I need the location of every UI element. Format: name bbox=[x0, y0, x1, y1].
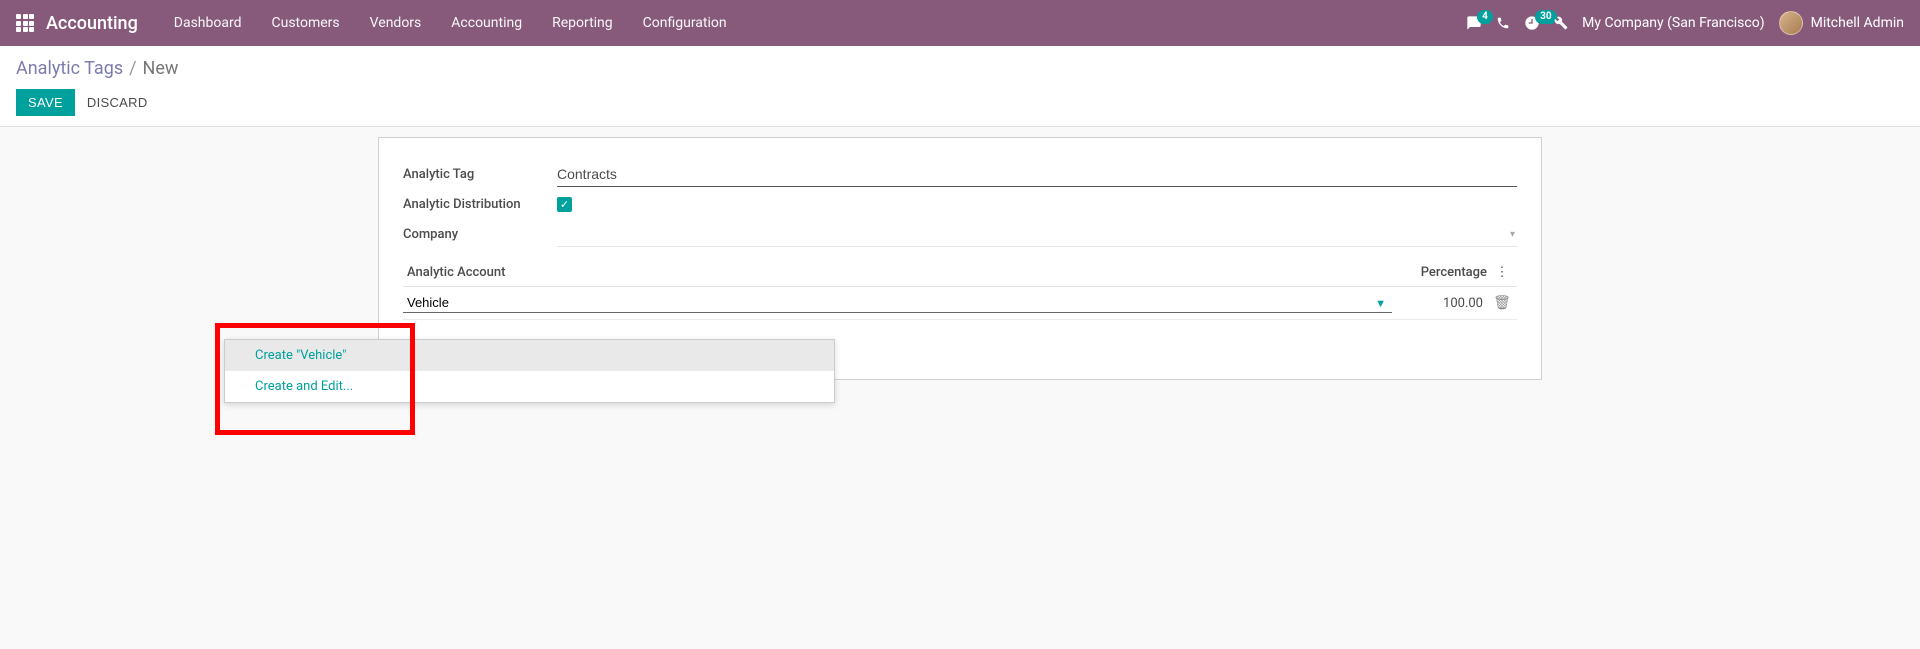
debug-icon[interactable] bbox=[1554, 16, 1568, 30]
main-navbar: Accounting Dashboard Customers Vendors A… bbox=[0, 0, 1920, 46]
user-menu[interactable]: Mitchell Admin bbox=[1779, 11, 1904, 35]
analytic-account-cell: ▼ bbox=[403, 293, 1392, 313]
breadcrumb-parent[interactable]: Analytic Tags bbox=[16, 58, 123, 79]
save-button[interactable]: SAVE bbox=[16, 89, 75, 116]
phone-icon[interactable] bbox=[1496, 16, 1510, 30]
apps-icon[interactable] bbox=[16, 14, 34, 32]
chevron-down-icon: ▾ bbox=[1510, 229, 1515, 240]
autocomplete-dropdown: Create "Vehicle" Create and Edit... bbox=[224, 339, 835, 403]
distribution-checkbox[interactable]: ✓ bbox=[557, 197, 572, 212]
company-switcher[interactable]: My Company (San Francisco) bbox=[1582, 15, 1764, 31]
breadcrumb-sep: / bbox=[129, 58, 136, 79]
wrench-icon bbox=[1554, 16, 1568, 30]
nav-accounting[interactable]: Accounting bbox=[439, 7, 534, 39]
nav-vendors[interactable]: Vendors bbox=[358, 7, 434, 39]
row-distribution: Analytic Distribution ✓ bbox=[403, 197, 1517, 212]
label-company: Company bbox=[403, 227, 557, 242]
table-row: ▼ 100.00 🗑 bbox=[403, 287, 1517, 320]
messages-badge: 4 bbox=[1477, 10, 1493, 24]
discard-button[interactable]: DISCARD bbox=[87, 95, 148, 110]
analytic-account-input[interactable] bbox=[403, 293, 1392, 313]
app-brand[interactable]: Accounting bbox=[46, 13, 138, 34]
label-analytic-tag: Analytic Tag bbox=[403, 167, 557, 182]
row-company: Company ▾ bbox=[403, 222, 1517, 247]
analytic-tag-input[interactable] bbox=[557, 162, 1517, 187]
breadcrumb-current: New bbox=[143, 58, 179, 79]
nav-reporting[interactable]: Reporting bbox=[540, 7, 625, 39]
table-header: Analytic Account Percentage ⋮ bbox=[403, 265, 1517, 287]
telephone-icon bbox=[1496, 16, 1510, 30]
nav-customers[interactable]: Customers bbox=[260, 7, 352, 39]
col-header-options[interactable]: ⋮ bbox=[1487, 265, 1517, 280]
autocomplete-create[interactable]: Create "Vehicle" bbox=[225, 340, 834, 371]
breadcrumb: Analytic Tags / New bbox=[16, 58, 1904, 79]
autocomplete-create-edit[interactable]: Create and Edit... bbox=[225, 371, 834, 402]
percentage-value[interactable]: 100.00 bbox=[1392, 296, 1487, 311]
control-buttons: SAVE DISCARD bbox=[16, 89, 1904, 116]
systray: 4 30 My Company (San Francisco) Mitchell… bbox=[1466, 11, 1904, 35]
company-input[interactable]: ▾ bbox=[557, 222, 1517, 247]
delete-row-icon[interactable]: 🗑 bbox=[1487, 295, 1517, 311]
activities-icon[interactable]: 30 bbox=[1524, 15, 1540, 31]
nav-menu: Dashboard Customers Vendors Accounting R… bbox=[162, 7, 739, 39]
dropdown-caret-icon[interactable]: ▼ bbox=[1375, 297, 1386, 310]
user-avatar bbox=[1779, 11, 1803, 35]
col-header-percent: Percentage bbox=[1392, 265, 1487, 280]
label-distribution: Analytic Distribution bbox=[403, 197, 557, 212]
user-name: Mitchell Admin bbox=[1811, 15, 1904, 31]
nav-configuration[interactable]: Configuration bbox=[631, 7, 739, 39]
nav-dashboard[interactable]: Dashboard bbox=[162, 7, 254, 39]
col-header-account: Analytic Account bbox=[403, 265, 1392, 280]
row-analytic-tag: Analytic Tag bbox=[403, 162, 1517, 187]
messaging-icon[interactable]: 4 bbox=[1466, 15, 1482, 31]
control-panel: Analytic Tags / New SAVE DISCARD bbox=[0, 46, 1920, 127]
